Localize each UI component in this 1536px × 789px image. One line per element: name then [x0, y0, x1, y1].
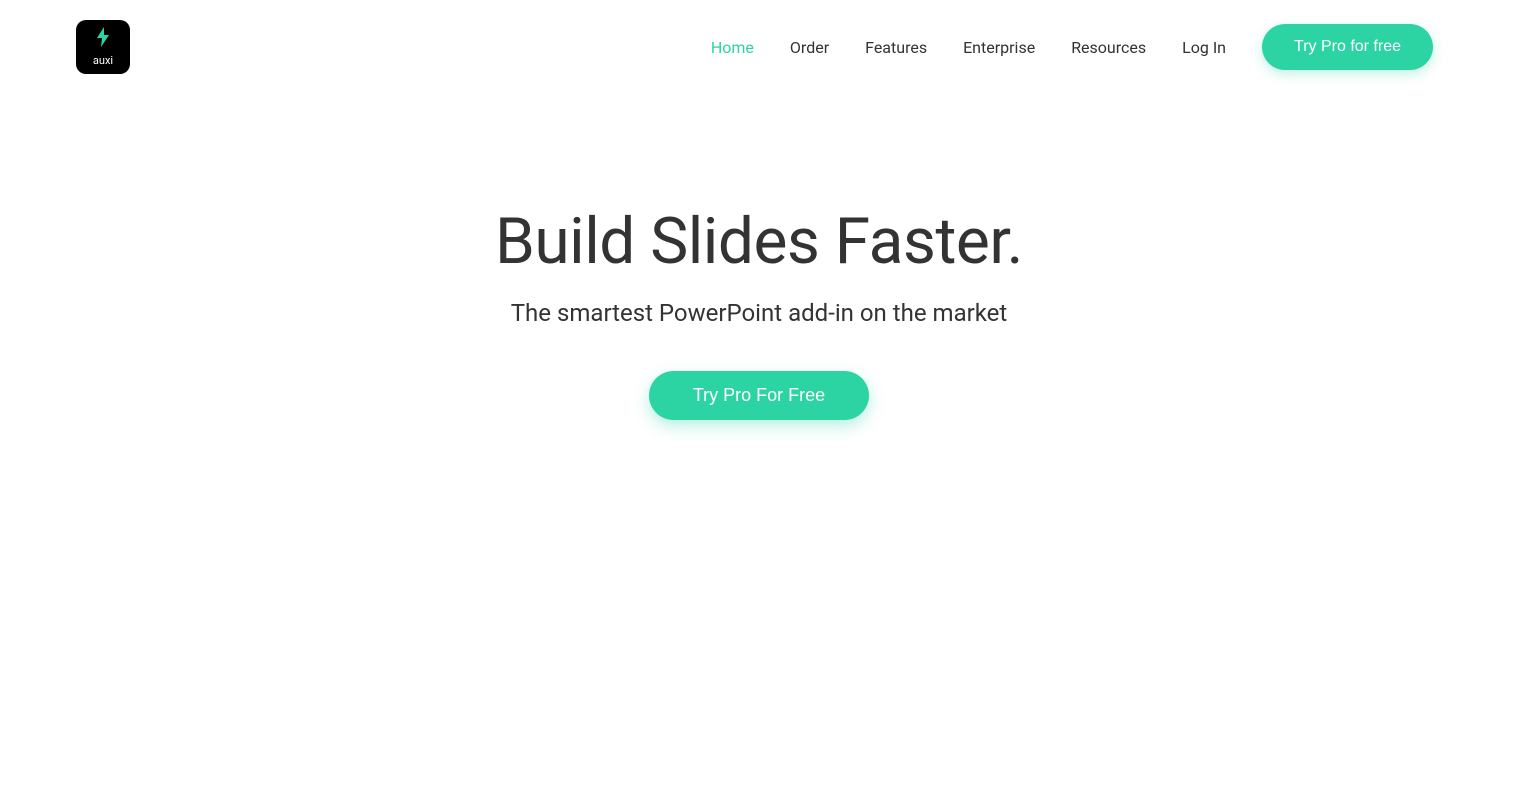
nav-cta-button[interactable]: Try Pro for free [1262, 24, 1433, 70]
nav-link-login[interactable]: Log In [1182, 38, 1226, 57]
logo-text: auxi [93, 54, 113, 67]
nav-link-enterprise[interactable]: Enterprise [963, 38, 1035, 57]
header: auxi Home Order Features Enterprise Reso… [0, 0, 1518, 94]
bolt-icon [95, 27, 111, 52]
nav-link-home[interactable]: Home [711, 38, 754, 57]
nav-link-resources[interactable]: Resources [1071, 38, 1146, 57]
main-nav: Home Order Features Enterprise Resources… [711, 24, 1433, 70]
nav-link-features[interactable]: Features [865, 38, 927, 57]
hero-title: Build Slides Faster. [0, 204, 1518, 279]
logo[interactable]: auxi [76, 20, 130, 74]
nav-link-order[interactable]: Order [790, 38, 829, 57]
hero-cta-button[interactable]: Try Pro For Free [649, 371, 869, 420]
hero-section: Build Slides Faster. The smartest PowerP… [0, 204, 1518, 420]
hero-subtitle: The smartest PowerPoint add-in on the ma… [0, 299, 1518, 327]
